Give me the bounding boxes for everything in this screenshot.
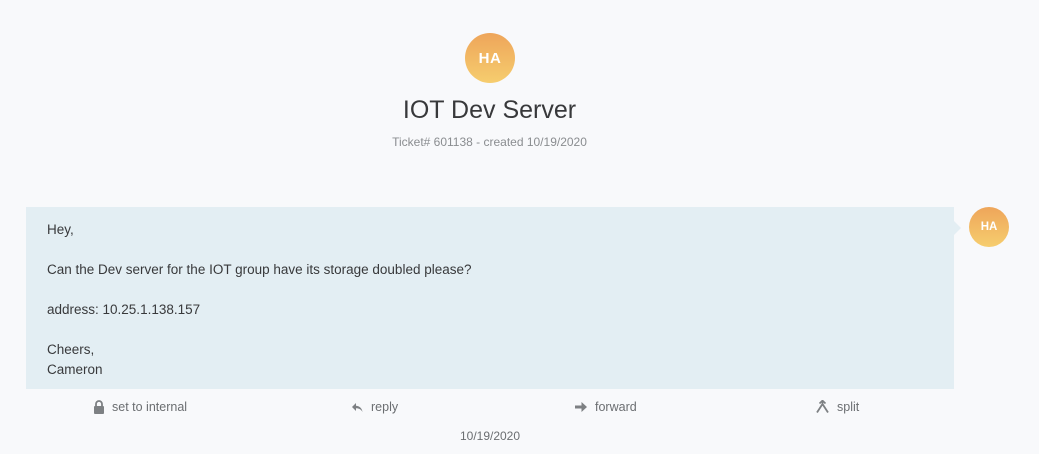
reply-label: reply xyxy=(371,400,399,414)
set-to-internal-button[interactable]: set to internal xyxy=(93,396,187,418)
bubble-pointer xyxy=(954,221,961,235)
split-icon xyxy=(815,400,830,414)
customer-avatar[interactable]: HA xyxy=(465,33,515,83)
set-to-internal-label: set to internal xyxy=(112,400,188,414)
article-body-line: Can the Dev server for the IOT group hav… xyxy=(47,262,472,277)
forward-icon xyxy=(574,401,588,413)
article-bubble[interactable]: Hey, Can the Dev server for the IOT grou… xyxy=(26,207,954,389)
reply-icon xyxy=(351,401,364,414)
split-button[interactable]: split xyxy=(815,396,859,418)
article-address-line: address: 10.25.1.138.157 xyxy=(47,302,201,317)
forward-button[interactable]: forward xyxy=(574,396,637,418)
ticket-zoom-page: HA IOT Dev Server Ticket# 601138 - creat… xyxy=(0,0,1039,454)
split-label: split xyxy=(837,400,860,414)
article-actions: set to internal reply forward split xyxy=(26,396,954,418)
article-signoff: Cheers, xyxy=(47,342,95,357)
forward-label: forward xyxy=(595,400,637,414)
lock-icon xyxy=(93,400,105,414)
reply-button[interactable]: reply xyxy=(351,396,398,418)
article-timestamp: 10/19/2020 xyxy=(459,429,521,443)
article-greeting: Hey, xyxy=(47,222,74,237)
article-author-avatar[interactable]: HA xyxy=(969,207,1009,247)
ticket-meta: Ticket# 601138 - created 10/19/2020 xyxy=(392,135,587,149)
article-signature: Cameron xyxy=(47,362,103,377)
ticket-title[interactable]: IOT Dev Server xyxy=(0,96,979,125)
